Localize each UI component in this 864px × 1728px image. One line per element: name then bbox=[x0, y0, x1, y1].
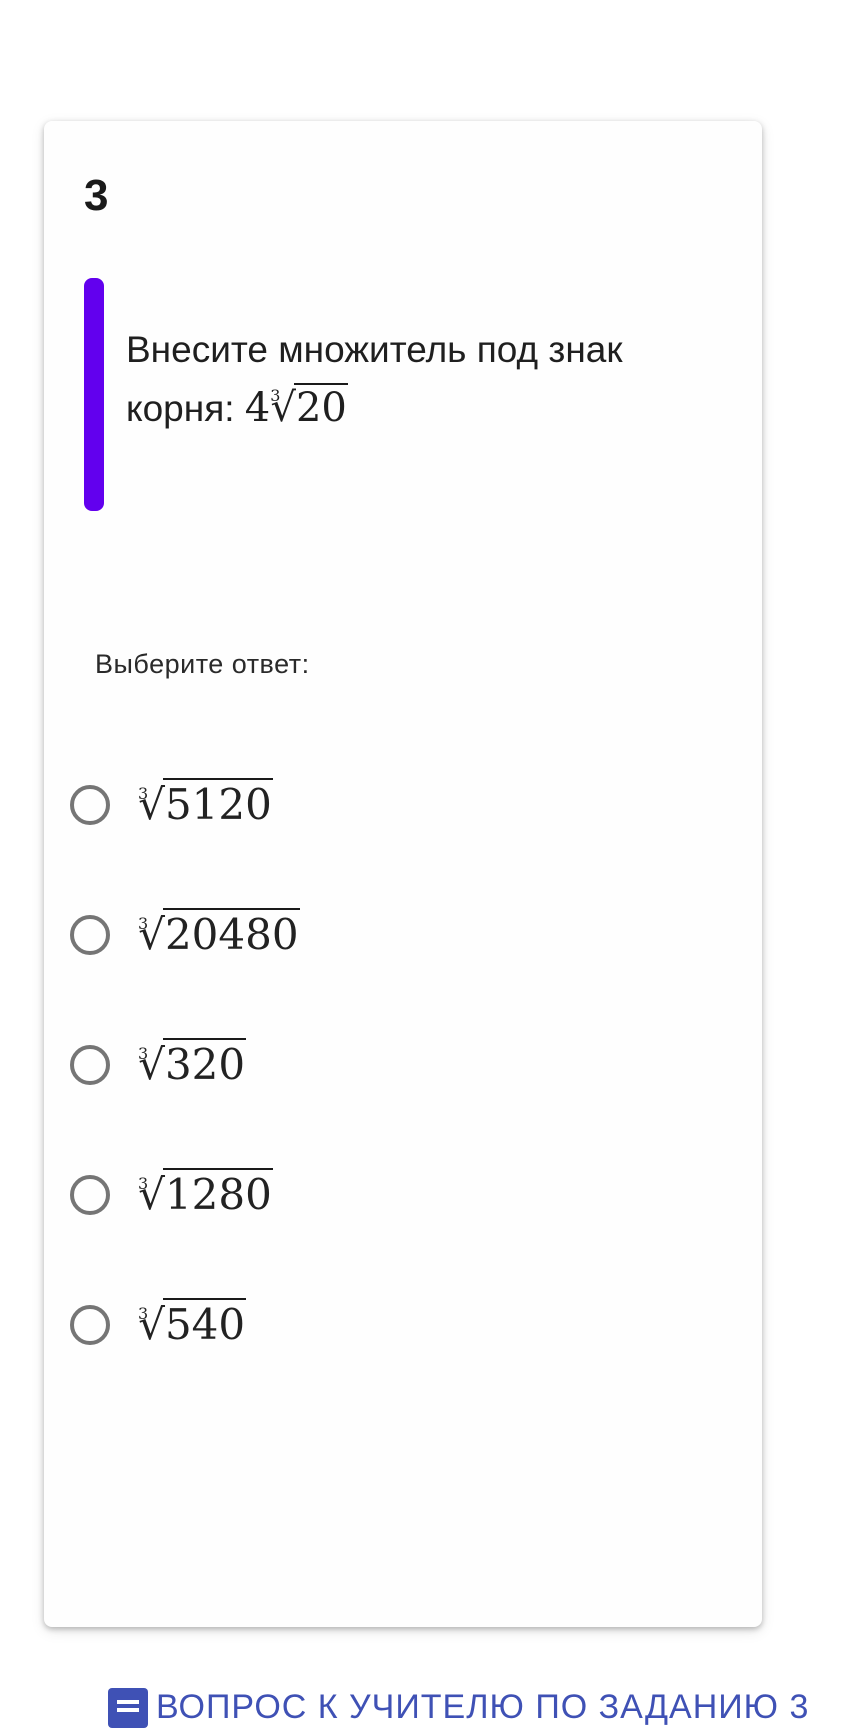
radicand: 320 bbox=[162, 1038, 247, 1089]
radicand: 5120 bbox=[162, 778, 273, 829]
expression-coefficient: 4 bbox=[244, 385, 271, 431]
root-index: 3 bbox=[138, 1044, 149, 1063]
radicand: 20 bbox=[293, 383, 348, 431]
answer-options: 3√5120 3√20480 3√320 3√1280 3√540 bbox=[70, 775, 730, 1425]
radio-button[interactable] bbox=[70, 1305, 110, 1345]
question-accent-bar bbox=[84, 278, 104, 511]
option-expression: 3√5120 bbox=[138, 775, 273, 844]
answer-option[interactable]: 3√540 bbox=[70, 1295, 730, 1425]
radicand: 20480 bbox=[162, 908, 300, 959]
radio-button[interactable] bbox=[70, 915, 110, 955]
root-index: 3 bbox=[138, 784, 149, 803]
cube-root: 3√5120 bbox=[138, 775, 273, 844]
ask-teacher-link[interactable]: ВОПРОС К УЧИТЕЛЮ ПО ЗАДАНИЮ 3 bbox=[108, 1688, 809, 1728]
radio-button[interactable] bbox=[70, 785, 110, 825]
message-icon bbox=[108, 1688, 148, 1728]
radio-button[interactable] bbox=[70, 1175, 110, 1215]
cube-root: 3√320 bbox=[138, 1035, 247, 1104]
option-expression: 3√1280 bbox=[138, 1165, 273, 1234]
cube-root: 3√20 bbox=[270, 379, 348, 445]
ask-teacher-label: ВОПРОС К УЧИТЕЛЮ ПО ЗАДАНИЮ 3 bbox=[156, 1688, 810, 1726]
question-expression: 43√20 bbox=[244, 383, 348, 431]
cube-root: 3√540 bbox=[138, 1295, 247, 1364]
answer-option[interactable]: 3√5120 bbox=[70, 775, 730, 905]
radicand: 1280 bbox=[162, 1168, 273, 1219]
option-expression: 3√540 bbox=[138, 1295, 247, 1364]
radicand: 540 bbox=[162, 1298, 247, 1349]
answer-prompt: Выберите ответ: bbox=[95, 649, 310, 679]
cube-root: 3√1280 bbox=[138, 1165, 273, 1234]
question-text: Внесите множитель под знак корня: 43√20 bbox=[126, 321, 706, 445]
question-number: 3 bbox=[84, 171, 109, 220]
cube-root: 3√20480 bbox=[138, 905, 300, 974]
question-text-prefix: Внесите множитель под знак корня: bbox=[126, 329, 623, 429]
answer-option[interactable]: 3√320 bbox=[70, 1035, 730, 1165]
root-index: 3 bbox=[138, 1304, 149, 1323]
option-expression: 3√320 bbox=[138, 1035, 247, 1104]
answer-option[interactable]: 3√20480 bbox=[70, 905, 730, 1035]
question-card: 3 Внесите множитель под знак корня: 43√2… bbox=[44, 121, 762, 1627]
option-expression: 3√20480 bbox=[138, 905, 300, 974]
radio-button[interactable] bbox=[70, 1045, 110, 1085]
answer-option[interactable]: 3√1280 bbox=[70, 1165, 730, 1295]
root-index: 3 bbox=[270, 386, 281, 405]
root-index: 3 bbox=[138, 1174, 149, 1193]
root-index: 3 bbox=[138, 914, 149, 933]
